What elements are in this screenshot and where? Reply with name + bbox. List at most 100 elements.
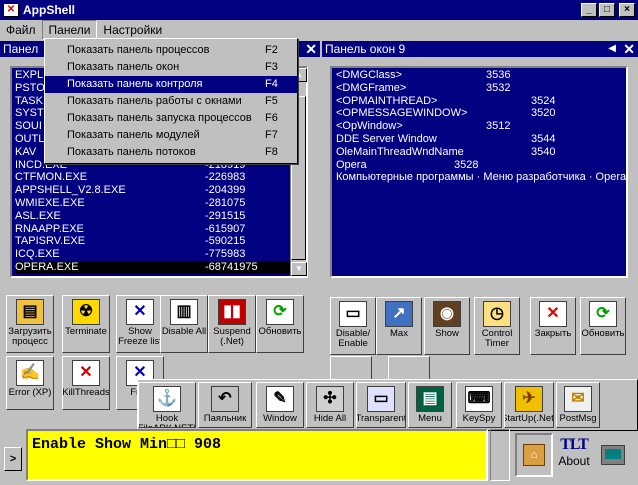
toolbar-button[interactable]: ▥ Disable All (160, 295, 208, 353)
dropdown-item[interactable]: Показать панель процессов F2 (45, 42, 297, 59)
process-row[interactable]: CTFMON.EXE -226983 (15, 171, 290, 184)
dropdown-item[interactable]: Показать панель работы с окнами F5 (45, 93, 297, 110)
dropdown-item[interactable]: Показать панель модулей F7 (45, 127, 297, 144)
toolbar-button[interactable]: ⌨ KeySpy (456, 382, 502, 428)
window-row[interactable]: <OPMAINTHREAD> 3524 (336, 95, 626, 108)
process-name: RNAAPP.EXE (15, 222, 84, 235)
menu-file[interactable]: Файл (0, 21, 42, 39)
window-row[interactable]: Opera 3528 (336, 159, 626, 172)
hook-icon: ⚓ (153, 386, 181, 412)
process-row[interactable]: ICQ.EXE -775983 (15, 248, 290, 261)
dropdown-item[interactable]: Показать панель потоков F8 (45, 144, 297, 161)
dropdown-item-label: Показать панель окон (67, 61, 180, 73)
startup-icon: ✈ (515, 386, 543, 412)
toolbar-button[interactable]: ✣ Hide All (306, 382, 354, 428)
process-row[interactable]: APPSHELL_V2.8.EXE -204399 (15, 184, 290, 197)
toolbar-button[interactable]: ◷ Control Timer (474, 297, 520, 355)
expand-button[interactable]: > (4, 447, 22, 471)
dropdown-item[interactable]: Показать панель запуска процессов F6 (45, 110, 297, 127)
window-row[interactable]: <DMGFrame> 3532 (336, 82, 626, 95)
toolbar-button[interactable]: ◉ Show (424, 297, 470, 355)
window-row[interactable]: <DMGClass> 3536 (336, 69, 626, 82)
window-row[interactable]: <OpWindow> 3512 (336, 120, 626, 133)
status-text: Enable Show Min□□ 908 (32, 436, 222, 453)
dropdown-item[interactable]: Показать панель окон F3 (45, 59, 297, 76)
status-separator (490, 429, 510, 481)
minimize-button[interactable]: _ (581, 3, 597, 17)
toolbar-button[interactable]: ✍ Error (XP) (6, 356, 54, 410)
toolbar-button[interactable]: ⟳ Обновить (580, 297, 626, 355)
menu-settings[interactable]: Настройки (97, 21, 168, 39)
process-row[interactable]: TAPISRV.EXE -590215 (15, 235, 290, 248)
error-icon: ✍ (16, 360, 44, 386)
toolbar-button-label: Menu (418, 413, 442, 424)
toolbar-button[interactable]: ✈StartUp(.Net) (504, 382, 554, 428)
dropdown-item-shortcut: F4 (265, 78, 278, 90)
window-row[interactable]: DDE Server Window 3544 (336, 133, 626, 146)
toolbar-button-label: Disable All (161, 326, 207, 337)
toolbar-button-label: Disable/ Enable (335, 328, 371, 349)
process-row[interactable]: WMIEXE.EXE -281075 (15, 197, 290, 210)
dropdown-item-shortcut: F6 (265, 112, 278, 124)
toolbar-button[interactable]: ▤ Menu (408, 382, 452, 428)
window-icon: ✎ (266, 386, 294, 412)
toolbar-button[interactable]: ▮▮ Suspend (.Net) (208, 295, 256, 353)
computer-button[interactable] (595, 433, 631, 477)
window-name: <DMGClass> (336, 69, 403, 81)
dropdown-item-label: Показать панель контроля (67, 78, 203, 90)
close-button[interactable]: × (619, 3, 635, 17)
process-id: -291515 (205, 209, 246, 222)
toolbar-button[interactable]: ↗ Max (376, 297, 422, 355)
process-name: OPERA.EXE (15, 260, 79, 273)
process-row[interactable]: OPERA.EXE -68741975 (15, 260, 290, 274)
disable-all-icon: ▥ (170, 299, 198, 325)
menu-book-icon: ▤ (416, 386, 444, 412)
disable-enable-icon: ▭ (339, 301, 367, 327)
toolbar-button[interactable]: ▭ Disable/ Enable (330, 297, 376, 355)
scroll-down-button[interactable]: ▼ (291, 262, 307, 276)
window-name: OleMainThreadWndName (336, 145, 464, 158)
process-name: WMIEXE.EXE (15, 196, 85, 209)
toolbar-button-label: Control Timer (481, 328, 513, 349)
window-list[interactable]: <DMGClass> 3536 <DMGFrame> 3532 <OPMAINTHREA… (330, 66, 628, 278)
toolbar-button[interactable]: ☢ Terminate (62, 295, 110, 353)
toolbar-button-label: Error (XP) (8, 387, 52, 398)
about-label: About (558, 454, 590, 468)
window-row[interactable]: <OPMESSAGEWINDOW> 3520 (336, 107, 626, 120)
about-button[interactable]: TLT About (556, 433, 592, 477)
window-row[interactable]: OleMainThreadWndName 3540 (336, 146, 626, 159)
toolbar-button[interactable]: ⟳ Обновить (256, 295, 304, 353)
toolbar-button[interactable]: ✕ Show Freeze list (116, 295, 164, 353)
toolbar-button-label: Закрыть (534, 328, 572, 339)
toolbar-button[interactable]: ✕ KillThreads (62, 356, 110, 410)
menu-panels[interactable]: Панели (41, 20, 98, 40)
process-id: -204399 (205, 184, 246, 197)
panel-arrow-left-icon[interactable]: ◀ (608, 41, 616, 57)
home-button[interactable]: ⌂ (515, 433, 553, 477)
refresh-icon: ⟳ (589, 301, 617, 327)
toolbar-button-label: Window (263, 413, 297, 424)
toolbar-button[interactable]: ▭ Transparent (356, 382, 406, 428)
toolbar-button[interactable]: ✕ Закрыть (530, 297, 576, 355)
toolbar-button[interactable]: ✎ Window (256, 382, 304, 428)
toolbar-button[interactable]: ▤ Загрузить процесс (6, 295, 54, 353)
dropdown-item-shortcut: F7 (265, 129, 278, 141)
process-name: ICQ.EXE (15, 248, 60, 261)
toolbar-button-label: Обновить (581, 328, 625, 339)
process-row[interactable]: ASL.EXE -291515 (15, 210, 290, 223)
maximize-icon: ↗ (385, 301, 413, 327)
window-row[interactable]: Компьютерные программы · Меню разработчи… (336, 171, 626, 184)
status-display: Enable Show Min□□ 908 (26, 429, 488, 481)
process-name: APPSHELL_V2.8.EXE (15, 184, 126, 197)
toolbar-button[interactable]: ⚓Hook FileAPI(.NET) (138, 382, 196, 428)
toolbar-button[interactable]: ↶ Паяльник (198, 382, 252, 428)
tlt-logo: TLT (560, 436, 589, 453)
left-panel-close-icon[interactable]: ✕ (305, 41, 317, 57)
window-id: 3520 (531, 107, 556, 120)
right-panel-close-icon[interactable]: ✕ (623, 41, 635, 57)
process-row[interactable]: RNAAPP.EXE -615907 (15, 223, 290, 236)
maximize-button[interactable]: □ (599, 3, 615, 17)
toolbar-button-label: Show Freeze list (118, 326, 162, 347)
toolbar-button[interactable]: ✉ PostMsg (556, 382, 600, 428)
dropdown-item[interactable]: Показать панель контроля F4 (45, 76, 297, 93)
